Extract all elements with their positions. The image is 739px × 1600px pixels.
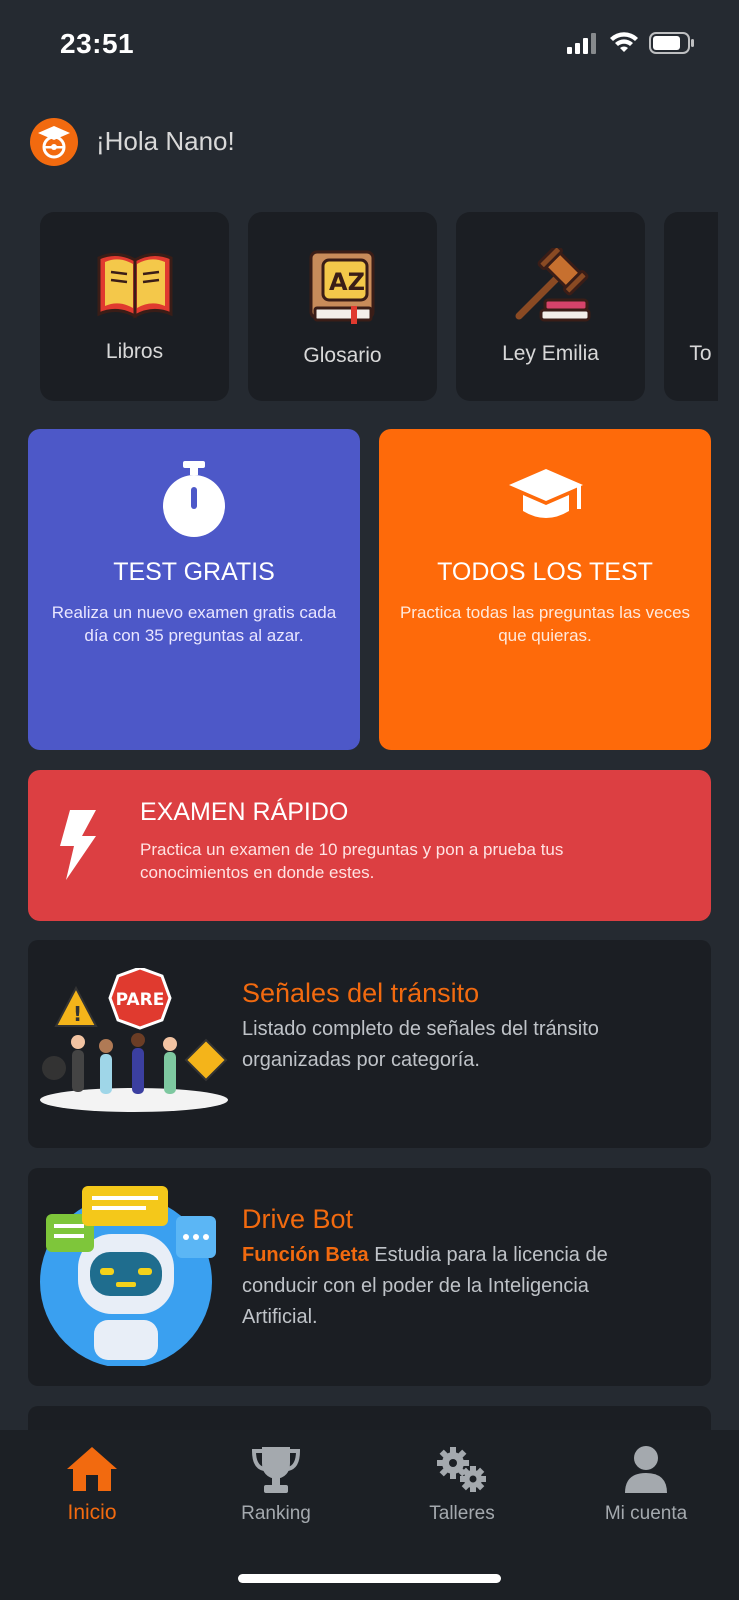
home-indicator bbox=[238, 1574, 501, 1583]
status-icons bbox=[567, 32, 695, 54]
list-description: Listado completo de señales del tránsito… bbox=[242, 1018, 599, 1071]
book-icon bbox=[97, 253, 172, 319]
todos-los-test-card[interactable]: TODOS LOS TEST Practica todas las pregun… bbox=[379, 429, 711, 750]
nav-label: Inicio bbox=[67, 1501, 117, 1524]
nav-label: Talleres bbox=[429, 1503, 495, 1524]
wifi-icon bbox=[610, 32, 638, 52]
tile-libros[interactable]: Libros bbox=[40, 212, 229, 401]
tile-ley-emilia[interactable]: Ley Emilia bbox=[456, 212, 645, 401]
svg-text:!: ! bbox=[73, 1002, 82, 1026]
tile-glosario[interactable]: AZ Glosario bbox=[248, 212, 437, 401]
glossary-book-icon: AZ bbox=[309, 250, 374, 324]
user-icon bbox=[625, 1446, 667, 1493]
senales-card[interactable]: ! PARE Señales del tránsito Listado comp… bbox=[28, 940, 711, 1148]
tile-label: Glosario bbox=[303, 344, 382, 367]
test-gratis-card[interactable]: TEST GRATIS Realiza un nuevo examen grat… bbox=[28, 429, 360, 750]
status-time: 23:51 bbox=[60, 28, 135, 59]
graduation-cap-icon bbox=[509, 469, 583, 518]
list-title: Señales del tránsito bbox=[242, 978, 480, 1008]
card-description: Practica un examen de 10 preguntas y pon… bbox=[140, 840, 564, 882]
card-description: Realiza un nuevo examen gratis cada día … bbox=[51, 603, 337, 645]
tile-label: To bbox=[689, 342, 712, 365]
traffic-signs-illustration: ! PARE bbox=[40, 968, 228, 1112]
battery-icon bbox=[649, 32, 694, 54]
nav-talleres[interactable]: Talleres bbox=[382, 1445, 542, 1525]
avatar[interactable] bbox=[30, 118, 78, 166]
home-icon bbox=[67, 1447, 117, 1491]
svg-text:AZ: AZ bbox=[329, 268, 365, 296]
tile-partial[interactable]: To bbox=[664, 212, 718, 401]
nav-inicio[interactable]: Inicio bbox=[12, 1445, 172, 1525]
graduate-wheel-icon bbox=[38, 126, 70, 159]
pare-sign-text: PARE bbox=[116, 990, 165, 1010]
examen-rapido-card[interactable]: EXAMEN RÁPIDO Practica un examen de 10 p… bbox=[28, 770, 711, 921]
tile-label: Ley Emilia bbox=[502, 342, 599, 365]
card-description: Practica todas las preguntas las veces q… bbox=[399, 603, 691, 645]
card-title: EXAMEN RÁPIDO bbox=[140, 798, 349, 826]
beta-highlight: Función Beta bbox=[242, 1244, 369, 1266]
quick-tiles-row[interactable]: Libros AZ Glosario Ley Emilia To bbox=[0, 200, 718, 410]
trophy-icon bbox=[251, 1447, 301, 1493]
nav-label: Ranking bbox=[241, 1503, 311, 1524]
nav-label: Mi cuenta bbox=[604, 1503, 688, 1524]
nav-mi-cuenta[interactable]: Mi cuenta bbox=[566, 1445, 726, 1525]
signal-icon bbox=[567, 33, 596, 54]
lightning-icon bbox=[60, 810, 96, 880]
card-title: TODOS LOS TEST bbox=[437, 558, 653, 586]
gavel-icon bbox=[515, 248, 590, 322]
robot-illustration bbox=[40, 1186, 216, 1366]
drive-bot-card[interactable]: Drive Bot Función Beta Estudia para la l… bbox=[28, 1168, 711, 1386]
card-title: TEST GRATIS bbox=[113, 558, 275, 586]
tile-label: Libros bbox=[105, 340, 164, 363]
stopwatch-icon bbox=[163, 461, 225, 537]
list-description: Función Beta Estudia para la licencia de… bbox=[242, 1240, 662, 1333]
gears-icon bbox=[437, 1447, 486, 1492]
nav-ranking[interactable]: Ranking bbox=[196, 1445, 356, 1525]
list-title: Drive Bot bbox=[242, 1204, 354, 1234]
greeting-text: ¡Hola Nano! bbox=[96, 126, 235, 156]
